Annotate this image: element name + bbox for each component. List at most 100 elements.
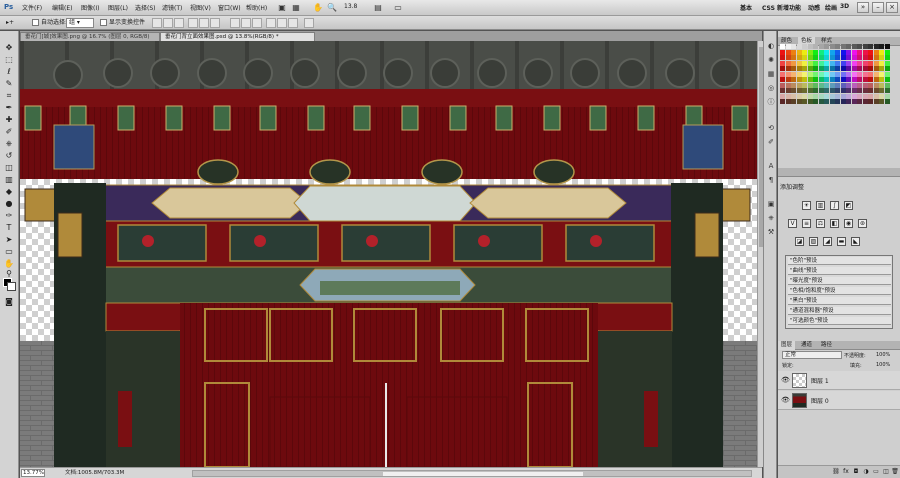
auto-select-toggle[interactable]: 自动选择: — [32, 18, 67, 28]
swatch[interactable] — [802, 49, 807, 55]
swatch[interactable] — [791, 99, 796, 104]
info-panel-icon[interactable]: ⓘ — [766, 97, 776, 107]
swatch[interactable] — [796, 93, 802, 99]
swatch[interactable] — [884, 99, 890, 104]
swatch[interactable] — [879, 66, 884, 71]
swatch[interactable] — [818, 66, 824, 71]
distribute-bottom-icon[interactable] — [252, 18, 262, 28]
swatch[interactable] — [791, 60, 796, 66]
swatch[interactable] — [868, 77, 873, 82]
swatch[interactable] — [824, 88, 829, 93]
close-button[interactable]: × — [886, 2, 898, 13]
swatch[interactable] — [840, 77, 846, 82]
curves-icon[interactable]: ∫ — [830, 201, 839, 210]
brush-panel-icon[interactable]: ✐ — [766, 137, 776, 147]
swatch[interactable] — [873, 93, 879, 99]
swatch[interactable] — [884, 49, 890, 55]
black-white-icon[interactable]: ◧ — [830, 219, 839, 228]
swatch[interactable] — [802, 55, 807, 60]
swatch[interactable] — [829, 49, 835, 55]
brush-tool-icon[interactable]: ✐ — [3, 127, 15, 137]
distribute-vcenter-icon[interactable] — [241, 18, 251, 28]
show-transform-toggle[interactable]: 显示变换控件 — [100, 18, 145, 28]
swatch[interactable] — [846, 49, 851, 55]
swatch[interactable] — [851, 55, 857, 60]
swatch[interactable] — [785, 82, 791, 88]
swatch[interactable] — [862, 88, 868, 93]
swatch[interactable] — [802, 44, 807, 49]
show-transform-checkbox[interactable] — [100, 19, 107, 26]
hue-saturation-icon[interactable]: ≡ — [802, 219, 811, 228]
blur-tool-icon[interactable]: ◆ — [3, 187, 15, 197]
swatch[interactable] — [818, 71, 824, 77]
swatch[interactable] — [824, 82, 829, 88]
swatch[interactable] — [802, 77, 807, 82]
preset-black-white[interactable]: "黑白"预设 — [788, 297, 891, 305]
menu-layer[interactable]: 图层(L) — [108, 3, 128, 12]
swatch[interactable] — [818, 55, 824, 60]
swatch[interactable] — [780, 77, 785, 82]
preset-levels[interactable]: "色阶"预设 — [788, 257, 891, 265]
swatch[interactable] — [813, 99, 818, 104]
swatch[interactable] — [884, 44, 890, 49]
swatch[interactable] — [862, 49, 868, 55]
dodge-tool-icon[interactable]: ● — [3, 199, 15, 209]
swatch[interactable] — [796, 44, 802, 49]
swatch[interactable] — [884, 93, 890, 99]
swatch[interactable] — [802, 88, 807, 93]
menu-image[interactable]: 图像(I) — [81, 3, 99, 12]
swatch[interactable] — [873, 71, 879, 77]
swatch[interactable] — [851, 82, 857, 88]
swatch[interactable] — [791, 88, 796, 93]
photo-filter-icon[interactable]: ◉ — [844, 219, 853, 228]
path-select-tool-icon[interactable]: ➤ — [3, 235, 15, 245]
quick-mask-icon[interactable]: ◙ — [3, 297, 15, 307]
swatch[interactable] — [879, 60, 884, 66]
swatch[interactable] — [851, 93, 857, 99]
character-panel-icon[interactable]: A — [766, 161, 776, 171]
swatch[interactable] — [884, 71, 890, 77]
auto-select-dropdown[interactable]: 组 ▾ — [66, 18, 94, 28]
workspace-motion[interactable]: 动感 — [808, 3, 820, 12]
channel-mixer-icon[interactable]: ⊛ — [858, 219, 867, 228]
swatch[interactable] — [835, 55, 840, 60]
swatch[interactable] — [846, 88, 851, 93]
swatch[interactable] — [807, 55, 813, 60]
swatch[interactable] — [813, 60, 818, 66]
swatch[interactable] — [868, 66, 873, 71]
swatch[interactable] — [796, 49, 802, 55]
swatch[interactable] — [840, 99, 846, 104]
swatch[interactable] — [835, 60, 840, 66]
swatch[interactable] — [780, 99, 785, 104]
swatch[interactable] — [824, 55, 829, 60]
swatch[interactable] — [840, 49, 846, 55]
layer-name[interactable]: 图层 1 — [811, 376, 829, 385]
swatch[interactable] — [796, 77, 802, 82]
swatch[interactable] — [873, 82, 879, 88]
preset-exposure[interactable]: "曝光度"预设 — [788, 277, 891, 285]
swatch[interactable] — [829, 93, 835, 99]
swatch[interactable] — [879, 88, 884, 93]
swatch[interactable] — [879, 93, 884, 99]
swatch[interactable] — [829, 88, 835, 93]
brightness-contrast-icon[interactable]: ☀ — [802, 201, 811, 210]
swatch[interactable] — [791, 49, 796, 55]
swatch[interactable] — [829, 66, 835, 71]
swatch[interactable] — [857, 88, 862, 93]
minimize-button[interactable]: – — [872, 2, 884, 13]
swatch[interactable] — [851, 99, 857, 104]
swatch[interactable] — [780, 66, 785, 71]
swatch[interactable] — [857, 55, 862, 60]
align-left-icon[interactable] — [188, 18, 198, 28]
swatch[interactable] — [818, 82, 824, 88]
swatch[interactable] — [851, 71, 857, 77]
menu-help[interactable]: 帮助(H) — [246, 3, 267, 12]
swatch[interactable] — [835, 66, 840, 71]
history-panel-icon[interactable]: ⟲ — [766, 123, 776, 133]
swatch[interactable] — [824, 44, 829, 49]
swatch[interactable] — [785, 93, 791, 99]
swatch[interactable] — [851, 88, 857, 93]
layer-style-icon[interactable]: fx — [842, 468, 850, 476]
marquee-tool-icon[interactable]: ⬚ — [3, 55, 15, 65]
swatch[interactable] — [785, 60, 791, 66]
